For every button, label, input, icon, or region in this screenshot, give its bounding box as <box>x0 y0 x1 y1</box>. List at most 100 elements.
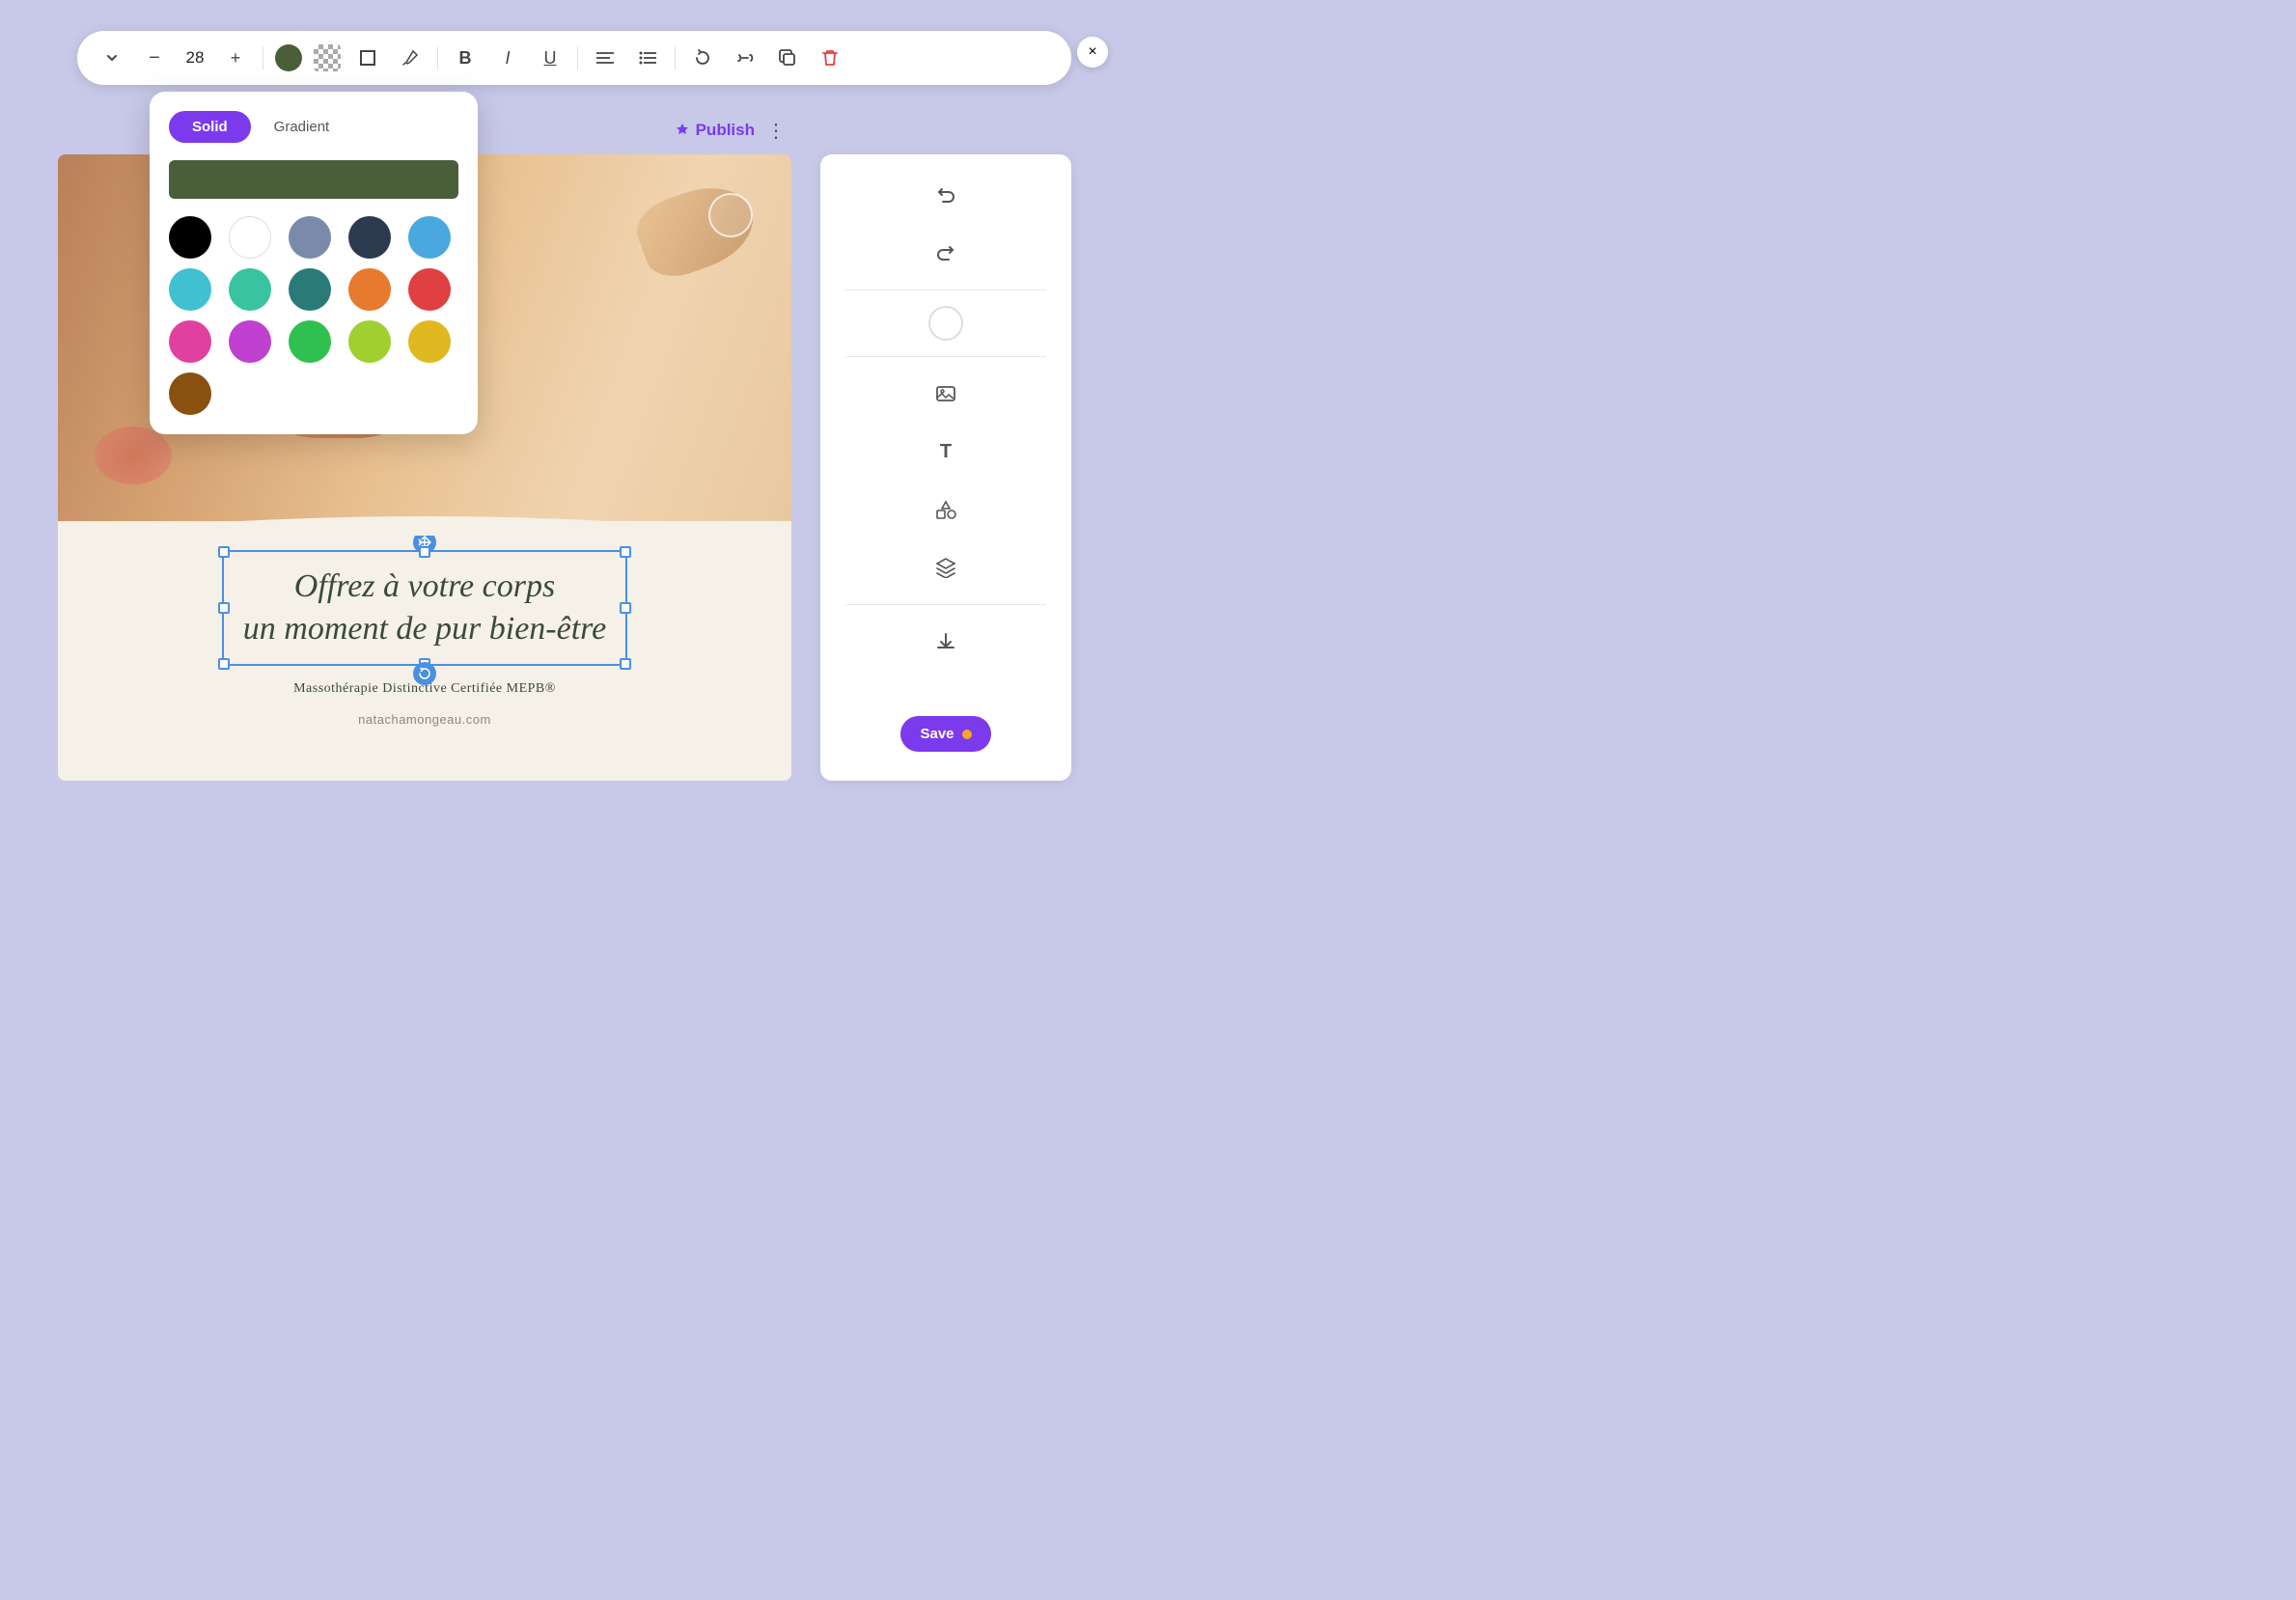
publish-button[interactable]: Publish <box>675 121 755 140</box>
font-size-value: 28 <box>181 48 208 68</box>
color-swatch-btn[interactable] <box>275 44 302 71</box>
sidebar-divider-3 <box>845 604 1046 605</box>
minus-btn[interactable]: − <box>139 42 170 73</box>
save-dot <box>962 730 972 739</box>
list-btn[interactable] <box>632 42 663 73</box>
flower-visual <box>95 427 172 484</box>
list-icon <box>639 51 656 65</box>
bold-btn[interactable]: B <box>450 42 481 73</box>
color-red[interactable] <box>408 268 451 311</box>
delete-btn[interactable] <box>815 42 845 73</box>
color-orange[interactable] <box>348 268 391 311</box>
undo-icon <box>935 184 956 206</box>
close-icon: × <box>1088 43 1096 61</box>
color-white[interactable] <box>229 216 271 259</box>
chevron-down-btn[interactable] <box>97 42 127 73</box>
right-sidebar: T Save <box>820 154 1071 781</box>
rotate-handle-icon <box>418 667 431 680</box>
selected-text-box[interactable]: Offrez à votre corps un moment de pur bi… <box>222 550 627 666</box>
italic-btn[interactable]: I <box>492 42 523 73</box>
more-options-button[interactable]: ⋮ <box>766 119 786 143</box>
publish-icon <box>675 123 690 138</box>
handle-top-left[interactable] <box>218 546 230 558</box>
save-button[interactable]: Save <box>900 716 990 752</box>
align-btn[interactable] <box>590 42 621 73</box>
color-brown[interactable] <box>169 372 211 415</box>
color-picker-popup: Solid Gradient <box>150 92 478 434</box>
solid-tab[interactable]: Solid <box>169 111 251 143</box>
handle-middle-right[interactable] <box>620 602 631 614</box>
color-mint[interactable] <box>229 268 271 311</box>
color-lime[interactable] <box>348 320 391 363</box>
publish-label: Publish <box>696 121 755 140</box>
plus-btn[interactable]: + <box>220 42 251 73</box>
more-icon: ⋮ <box>766 121 786 142</box>
rotate-icon <box>694 49 711 67</box>
add-text-button[interactable]: T <box>925 430 967 473</box>
copy-btn[interactable] <box>772 42 803 73</box>
color-sky[interactable] <box>408 216 451 259</box>
opacity-btn[interactable] <box>314 44 341 71</box>
underline-btn[interactable]: U <box>535 42 566 73</box>
color-slate[interactable] <box>289 216 331 259</box>
text-toolbar: − 28 + B I U <box>77 31 1071 85</box>
eyedropper-icon <box>401 49 419 67</box>
text-icon: T <box>940 441 952 463</box>
curve-divider <box>58 497 791 536</box>
main-heading: Offrez à votre corps un moment de pur bi… <box>243 566 606 650</box>
color-teal[interactable] <box>289 268 331 311</box>
align-icon <box>596 51 614 65</box>
add-shapes-button[interactable] <box>925 488 967 531</box>
bold-icon: B <box>459 48 472 69</box>
handle-bottom-left[interactable] <box>218 658 230 670</box>
handle-top-right[interactable] <box>620 546 631 558</box>
divider-4 <box>675 46 676 69</box>
handle-bottom-right[interactable] <box>620 658 631 670</box>
rotate-handle[interactable] <box>413 662 436 685</box>
minus-icon: − <box>149 47 160 69</box>
color-hot-pink[interactable] <box>169 320 211 363</box>
rotate-btn[interactable] <box>687 42 718 73</box>
color-purple[interactable] <box>229 320 271 363</box>
redo-button[interactable] <box>925 232 967 274</box>
color-grid <box>169 216 458 415</box>
redo-icon <box>935 242 956 263</box>
color-preview-bar[interactable] <box>169 160 458 199</box>
close-button[interactable]: × <box>1077 37 1108 68</box>
delete-icon <box>821 49 839 67</box>
layers-button[interactable] <box>925 546 967 589</box>
border-btn[interactable] <box>352 42 383 73</box>
border-icon <box>358 48 377 68</box>
handle-middle-left[interactable] <box>218 602 230 614</box>
color-navy[interactable] <box>348 216 391 259</box>
sidebar-divider-2 <box>845 356 1046 357</box>
copy-icon <box>779 49 796 67</box>
link-btn[interactable] <box>730 42 761 73</box>
italic-icon: I <box>505 48 510 69</box>
shapes-icon <box>935 499 956 520</box>
gradient-tab[interactable]: Gradient <box>259 111 346 143</box>
font-size-control: 28 <box>181 48 208 68</box>
eyedropper-btn[interactable] <box>395 42 426 73</box>
divider-3 <box>577 46 578 69</box>
download-button[interactable] <box>925 621 967 663</box>
color-cyan[interactable] <box>169 268 211 311</box>
image-corner-handle[interactable] <box>708 193 753 237</box>
download-icon <box>935 631 956 652</box>
color-yellow[interactable] <box>408 320 451 363</box>
divider-2 <box>437 46 438 69</box>
website-text: natachamongeau.com <box>358 712 491 727</box>
color-green[interactable] <box>289 320 331 363</box>
link-icon <box>735 51 755 65</box>
chevron-down-icon <box>105 51 119 65</box>
add-image-button[interactable] <box>925 372 967 415</box>
color-picker-tabs: Solid Gradient <box>169 111 458 143</box>
color-black[interactable] <box>169 216 211 259</box>
undo-button[interactable] <box>925 174 967 216</box>
plus-icon: + <box>231 48 241 69</box>
save-label: Save <box>920 726 954 742</box>
underline-icon: U <box>544 48 557 69</box>
style-circle[interactable] <box>928 306 963 341</box>
handle-top-middle[interactable] <box>419 546 430 558</box>
canvas-text-section: Offrez à votre corps un moment de pur bi… <box>58 521 791 781</box>
